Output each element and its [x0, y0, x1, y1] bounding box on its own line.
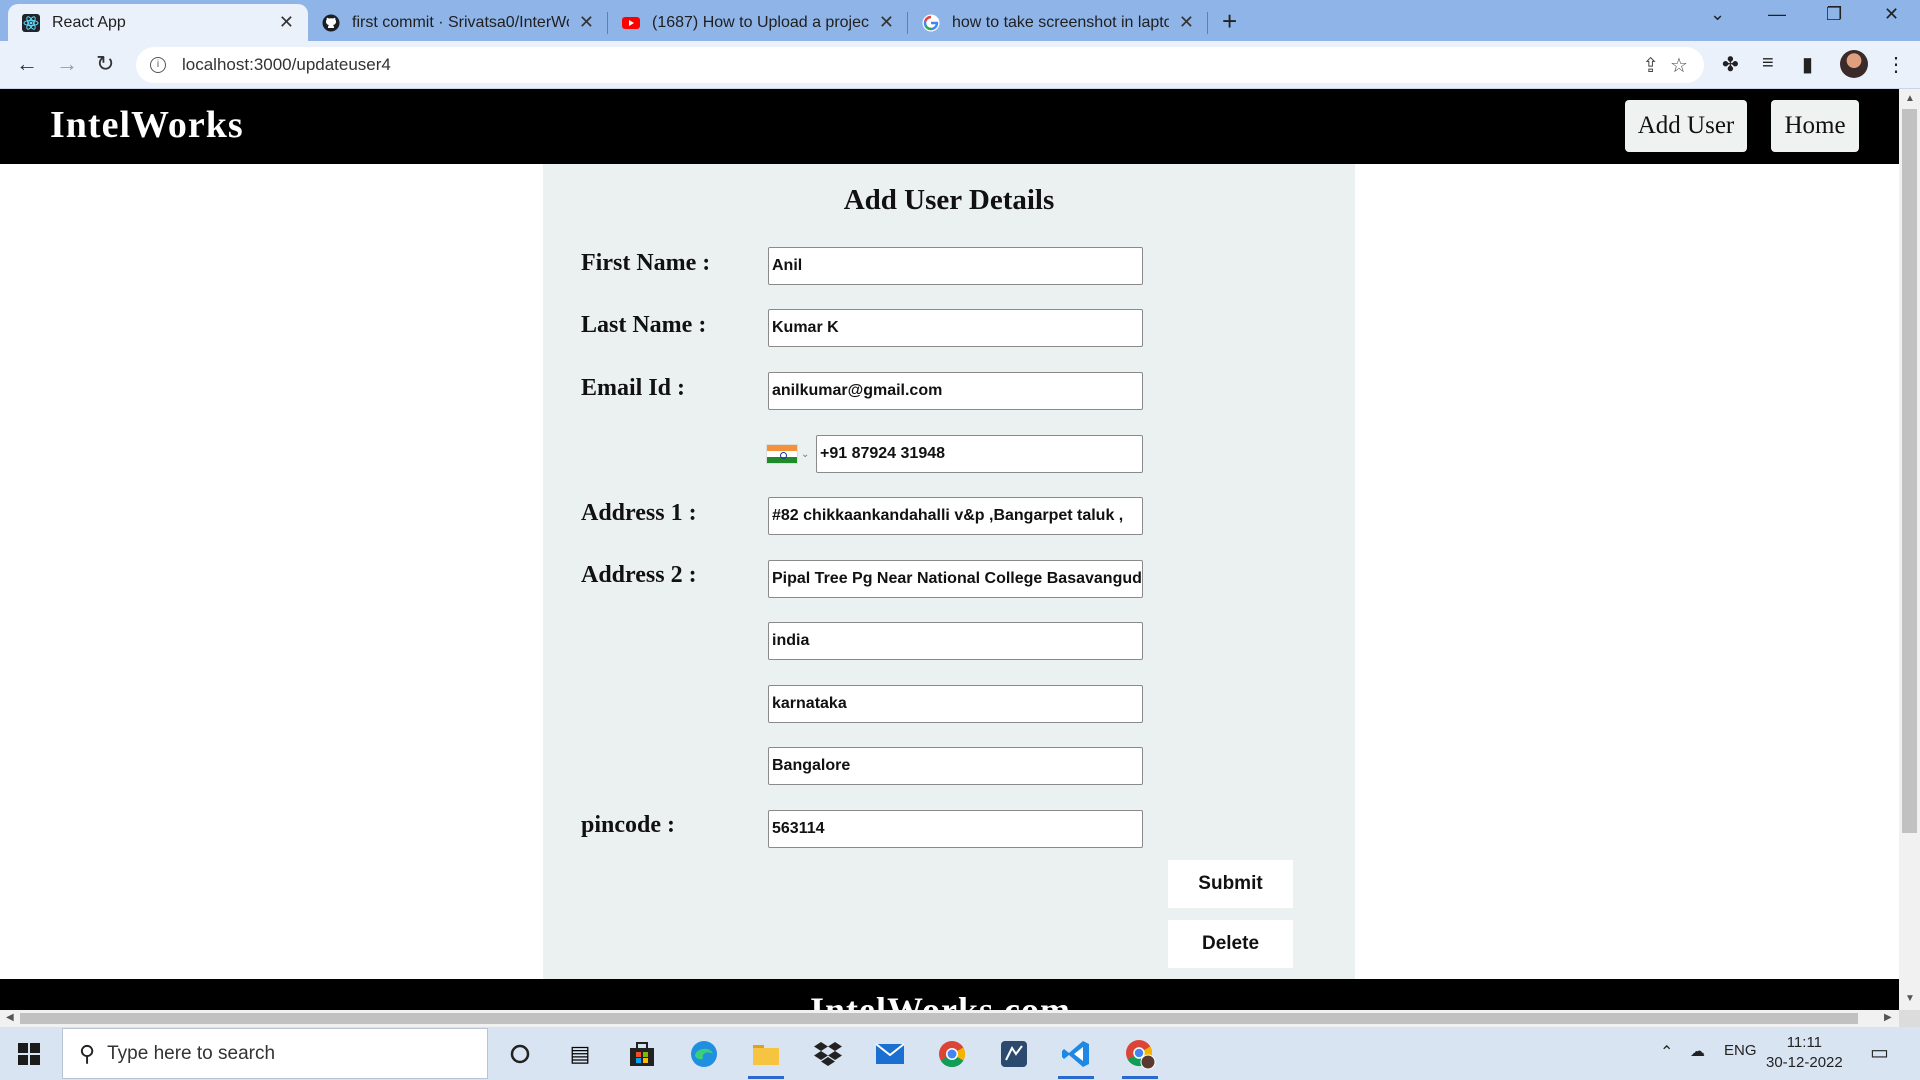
clock-date: 30-12-2022	[1766, 1054, 1843, 1071]
horizontal-scrollbar[interactable]: ◀ ▶	[0, 1010, 1899, 1027]
tab-separator	[1207, 12, 1208, 34]
scroll-up-icon[interactable]: ▲	[1905, 93, 1915, 104]
brand-logo[interactable]: IntelWorks	[50, 103, 244, 147]
google-icon	[922, 14, 940, 31]
extensions-puzzle-icon[interactable]: ✤	[1722, 52, 1739, 77]
tab-title: how to take screenshot in laptop	[952, 13, 1169, 31]
browser-tab-strip: React App ✕ first commit · Srivatsa0/Int…	[0, 0, 1920, 41]
footer-text: IntelWorks.com	[810, 990, 1071, 1010]
search-icon: ⚲	[79, 1040, 96, 1066]
youtube-icon	[622, 16, 640, 29]
scroll-right-icon[interactable]: ▶	[1884, 1012, 1892, 1023]
url-text[interactable]: localhost:3000/updateuser4	[182, 55, 391, 75]
onedrive-error-icon[interactable]: ☁	[1690, 1042, 1705, 1060]
browser-toolbar: ← → ↻ i localhost:3000/updateuser4 ⇪ ☆ ✤…	[0, 41, 1920, 89]
back-arrow-icon[interactable]: ←	[16, 51, 38, 77]
vscode-icon[interactable]	[1054, 1035, 1098, 1079]
last-name-input[interactable]: Kumar K	[768, 309, 1143, 347]
task-view-icon[interactable]: ▤	[558, 1035, 602, 1073]
chrome-icon[interactable]	[930, 1035, 974, 1073]
horizontal-scroll-thumb[interactable]	[20, 1013, 1858, 1024]
address1-input[interactable]: #82 chikkaankandahalli v&p ,Bangarpet ta…	[768, 497, 1143, 535]
address-bar[interactable]: i localhost:3000/updateuser4 ⇪ ☆	[136, 47, 1704, 83]
chevron-down-icon[interactable]: ⌄	[801, 449, 809, 460]
state-input[interactable]: karnataka	[768, 685, 1143, 723]
close-tab-icon[interactable]: ✕	[879, 12, 894, 33]
windows-start-icon[interactable]	[18, 1043, 40, 1065]
vertical-scrollbar[interactable]: ▲ ▼	[1899, 89, 1920, 1010]
address2-input[interactable]: Pipal Tree Pg Near National College Basa…	[768, 560, 1143, 598]
app-navbar: IntelWorks Add User Home	[0, 89, 1899, 164]
profile-avatar[interactable]	[1840, 50, 1868, 78]
first-name-label: First Name :	[581, 250, 711, 276]
add-user-button[interactable]: Add User	[1625, 100, 1747, 152]
taskbar-clock[interactable]: 11:11 30-12-2022	[1766, 1033, 1843, 1073]
phone-field: ⌄ +91 87924 31948	[766, 435, 1143, 473]
close-window-icon[interactable]: ✕	[1884, 4, 1899, 25]
microsoft-store-icon[interactable]	[620, 1035, 664, 1073]
tab-title: React App	[52, 13, 126, 31]
home-button[interactable]: Home	[1771, 100, 1859, 152]
tab-title: (1687) How to Upload a project on GitHub	[652, 13, 869, 31]
restore-icon[interactable]: ❐	[1826, 4, 1842, 25]
email-input[interactable]: anilkumar@gmail.com	[768, 372, 1143, 410]
github-icon	[322, 14, 340, 31]
language-indicator[interactable]: ENG	[1724, 1042, 1757, 1059]
tab-youtube[interactable]: (1687) How to Upload a project on GitHub…	[608, 4, 908, 41]
chrome-profile-icon[interactable]	[1118, 1035, 1162, 1079]
close-tab-icon[interactable]: ✕	[579, 12, 594, 33]
dropbox-icon[interactable]	[806, 1035, 850, 1073]
app-footer: IntelWorks.com	[0, 979, 1899, 1010]
browser-menu-icon[interactable]: ⋮	[1886, 52, 1906, 77]
dev-tool-icon[interactable]	[992, 1035, 1036, 1073]
country-input[interactable]: india	[768, 622, 1143, 660]
last-name-label: Last Name :	[581, 312, 707, 338]
submit-button[interactable]: Submit	[1168, 860, 1293, 908]
scroll-down-icon[interactable]: ▼	[1905, 993, 1915, 1004]
page-viewport: IntelWorks Add User Home Add User Detail…	[0, 89, 1899, 1010]
taskbar-search-box[interactable]: ⚲ Type here to search	[62, 1028, 488, 1079]
react-icon	[22, 13, 40, 32]
minimize-icon[interactable]: —	[1768, 4, 1786, 25]
notifications-icon[interactable]: ▭	[1870, 1040, 1889, 1065]
tab-github[interactable]: first commit · Srivatsa0/InterWorks ✕	[308, 4, 608, 41]
tab-react-app[interactable]: React App ✕	[8, 4, 308, 41]
share-and-bookmark-icons[interactable]: ⇪ ☆	[1642, 53, 1688, 78]
city-input[interactable]: Bangalore	[768, 747, 1143, 785]
pincode-label: pincode :	[581, 812, 676, 838]
reload-icon[interactable]: ↻	[96, 51, 114, 77]
india-flag-icon[interactable]	[766, 444, 798, 464]
taskbar-search-placeholder: Type here to search	[107, 1042, 276, 1064]
form-title: Add User Details	[843, 184, 1055, 216]
first-name-input[interactable]: Anil	[768, 247, 1143, 285]
phone-input[interactable]: +91 87924 31948	[816, 435, 1143, 473]
address1-label: Address 1 :	[581, 500, 697, 526]
file-explorer-icon[interactable]	[744, 1035, 788, 1079]
scroll-left-icon[interactable]: ◀	[6, 1012, 14, 1023]
close-tab-icon[interactable]: ✕	[1179, 12, 1194, 33]
tab-title: first commit · Srivatsa0/InterWorks	[352, 13, 569, 31]
delete-button[interactable]: Delete	[1168, 920, 1293, 968]
new-tab-icon[interactable]: +	[1222, 6, 1237, 37]
email-label: Email Id :	[581, 375, 686, 401]
close-tab-icon[interactable]: ✕	[279, 12, 294, 33]
user-form: Add User Details First Name : Anil Last …	[543, 164, 1355, 994]
clock-time: 11:11	[1786, 1034, 1823, 1051]
tab-google[interactable]: how to take screenshot in laptop ✕	[908, 4, 1208, 41]
address2-label: Address 2 :	[581, 562, 697, 588]
pincode-input[interactable]: 563114	[768, 810, 1143, 848]
site-info-icon[interactable]: i	[150, 57, 166, 73]
mail-icon[interactable]	[868, 1035, 912, 1073]
edge-browser-icon[interactable]	[682, 1035, 726, 1073]
show-hidden-icons-chevron-icon[interactable]: ⌃	[1660, 1042, 1673, 1062]
vertical-scroll-thumb[interactable]	[1902, 109, 1917, 833]
side-panel-icon[interactable]: ▮	[1802, 52, 1813, 77]
tab-search-chevron-icon[interactable]: ⌄	[1710, 4, 1725, 25]
windows-taskbar: ⚲ Type here to search ▤ ⌃ ☁ ENG 11:11 30…	[0, 1027, 1920, 1080]
cortana-icon[interactable]	[498, 1035, 542, 1073]
forward-arrow-icon[interactable]: →	[56, 51, 78, 77]
media-control-icon[interactable]: ≡	[1762, 52, 1774, 75]
scrollbar-corner	[1899, 1010, 1920, 1027]
